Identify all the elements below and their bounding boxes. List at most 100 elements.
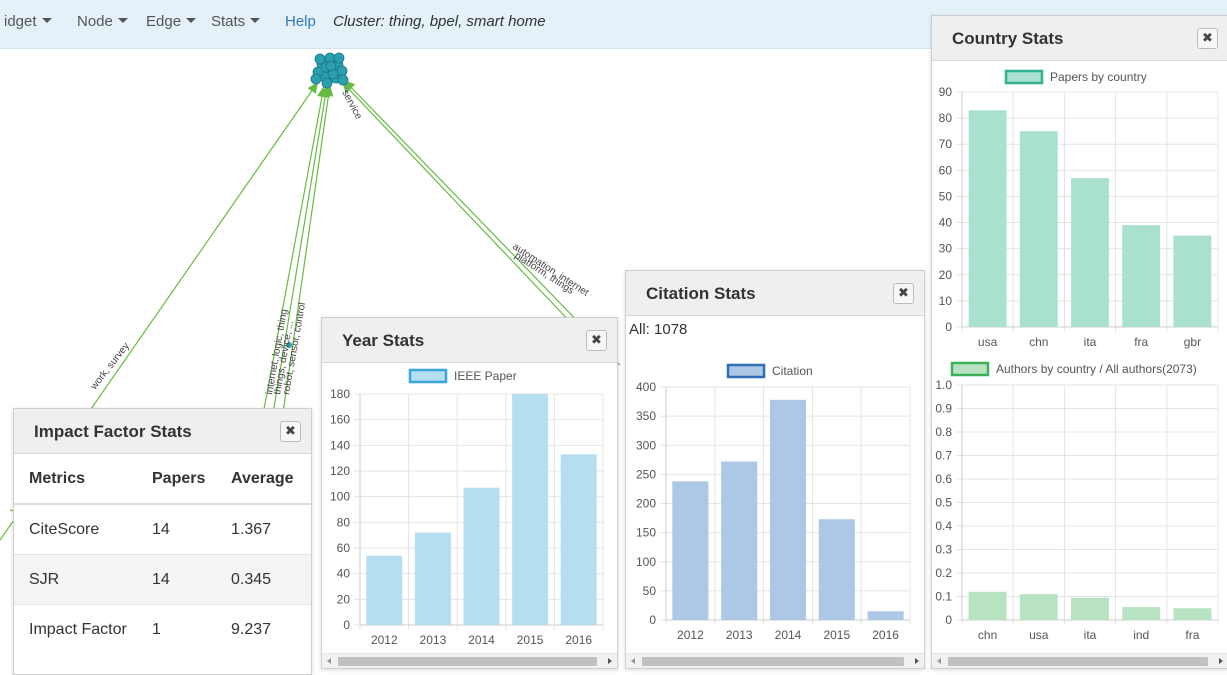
table-cell: 14 (137, 554, 216, 605)
x-tick-label: ita (1084, 335, 1097, 349)
table-row: SJR 14 0.345 (14, 554, 311, 605)
nav-node-menu[interactable]: Node (77, 13, 128, 30)
nav-edge-menu[interactable]: Edge (146, 13, 197, 30)
x-tick-label: gbr (1184, 335, 1201, 349)
chart-bar (968, 591, 1007, 620)
column-header: Average (216, 454, 311, 505)
table-cell: 0.345 (216, 554, 311, 605)
chart-bar (1122, 225, 1161, 327)
legend-swatch (726, 363, 766, 379)
y-tick-label: 40 (337, 567, 351, 581)
scroll-left-icon[interactable] (327, 658, 331, 664)
scroll-thumb[interactable] (948, 657, 1208, 666)
y-tick-label: 0.4 (935, 519, 952, 533)
edge-label: service (339, 88, 364, 122)
y-tick-label: 100 (636, 555, 656, 569)
nav-stats-menu[interactable]: Stats (211, 13, 261, 30)
column-header: Papers (137, 454, 216, 505)
y-tick-label: 0.8 (935, 425, 952, 439)
y-tick-label: 0.9 (935, 402, 952, 416)
citation-stats-panel[interactable]: Citation Stats ✖ All: 1078 Citation 0 50 10… (625, 270, 925, 669)
close-icon[interactable]: ✖ (586, 330, 607, 351)
x-tick-label: 2015 (517, 633, 544, 647)
table-row: Impact Factor 1 9.237 (14, 604, 311, 654)
y-tick-label: 140 (330, 438, 350, 452)
chart-bar (560, 454, 597, 625)
panel-title: Impact Factor Stats (34, 422, 192, 441)
y-tick-label: 1.0 (935, 378, 952, 392)
year-stats-panel[interactable]: Year Stats ✖ IEEE Paper 0 20 40 60 80 100 120 14… (321, 317, 618, 669)
y-tick-label: 400 (636, 380, 656, 394)
y-tick-label: 0.5 (935, 496, 952, 510)
horizontal-scrollbar[interactable] (322, 653, 617, 668)
scroll-right-icon[interactable] (608, 658, 612, 664)
y-tick-label: 200 (636, 497, 656, 511)
nav-widget-menu[interactable]: idget (4, 13, 52, 30)
y-tick-label: 0 (945, 320, 952, 334)
y-tick-label: 0.1 (935, 590, 952, 604)
citation-bar-chart: Citation 0 50 100 150 200 250 300 350 400 2012 2013… (636, 363, 911, 642)
nav-node-label: Node (77, 13, 113, 30)
y-tick-label: 20 (939, 268, 953, 282)
table-cell: SJR (14, 554, 137, 605)
horizontal-scrollbar[interactable] (626, 653, 924, 668)
y-tick-label: 90 (939, 85, 953, 99)
x-tick-label: fra (1185, 628, 1199, 642)
cluster-node (333, 52, 345, 64)
caret-down-icon (41, 18, 52, 23)
panel-title: Year Stats (342, 331, 425, 350)
close-icon[interactable]: ✖ (1197, 28, 1218, 49)
y-tick-label: 300 (636, 438, 656, 452)
cluster-node (337, 74, 349, 86)
chart-bar (1019, 131, 1058, 327)
scroll-right-icon[interactable] (915, 658, 919, 664)
table-cell: 14 (137, 503, 216, 555)
panel-header[interactable]: Impact Factor Stats ✖ (14, 409, 311, 454)
y-tick-label: 0.2 (935, 566, 952, 580)
impact-factor-table: Metrics Papers Average CiteScore 14 1.36… (14, 454, 311, 654)
y-tick-label: 0.3 (935, 543, 952, 557)
scroll-right-icon[interactable] (1219, 658, 1223, 664)
y-tick-label: 160 (330, 413, 350, 427)
y-tick-label: 50 (939, 189, 953, 203)
panel-header[interactable]: Country Stats ✖ (932, 16, 1227, 61)
scroll-left-icon[interactable] (631, 658, 635, 664)
chart-bar (1071, 178, 1109, 327)
impact-factor-panel[interactable]: Impact Factor Stats ✖ Metrics Papers Ave… (13, 408, 312, 675)
x-tick-label: ita (1084, 628, 1097, 642)
close-icon[interactable]: ✖ (893, 283, 914, 304)
y-tick-label: 120 (330, 464, 350, 478)
chart-bar (414, 532, 451, 625)
x-tick-label: chn (1029, 335, 1048, 349)
y-tick-label: 0 (343, 618, 350, 632)
scroll-thumb[interactable] (642, 657, 904, 666)
y-tick-label: 0.6 (935, 472, 952, 486)
y-tick-label: 350 (636, 409, 656, 423)
scroll-thumb[interactable] (338, 657, 597, 666)
x-tick-label: 2015 (823, 628, 850, 642)
panel-header[interactable]: Year Stats ✖ (322, 318, 617, 363)
x-tick-label: 2012 (371, 633, 398, 647)
scroll-left-icon[interactable] (937, 658, 941, 664)
panel-header[interactable]: Citation Stats ✖ (626, 271, 924, 316)
y-tick-label: 0.7 (935, 449, 952, 463)
cluster-node (325, 60, 337, 72)
legend-swatch (950, 361, 990, 377)
chart-bar (463, 487, 500, 625)
y-tick-label: 150 (636, 526, 656, 540)
chart-bar (672, 481, 709, 620)
close-icon[interactable]: ✖ (280, 421, 301, 442)
table-row: CiteScore 14 1.367 (14, 503, 311, 555)
cluster-label: Cluster: thing, bpel, smart home (333, 13, 546, 30)
chart-bar (1173, 235, 1212, 327)
panel-title: Country Stats (952, 29, 1064, 48)
x-tick-label: 2013 (726, 628, 753, 642)
legend-label: IEEE Paper (454, 369, 517, 383)
country-stats-panel[interactable]: Country Stats ✖ Papers by country 0 10 20 30… (931, 15, 1227, 669)
nav-help-link[interactable]: Help (285, 13, 316, 30)
horizontal-scrollbar[interactable] (932, 653, 1227, 668)
table-cell: 1.367 (216, 503, 311, 555)
legend-swatch (1004, 69, 1044, 85)
citation-total: All: 1078 (629, 321, 688, 338)
nav-stats-label: Stats (211, 13, 246, 30)
